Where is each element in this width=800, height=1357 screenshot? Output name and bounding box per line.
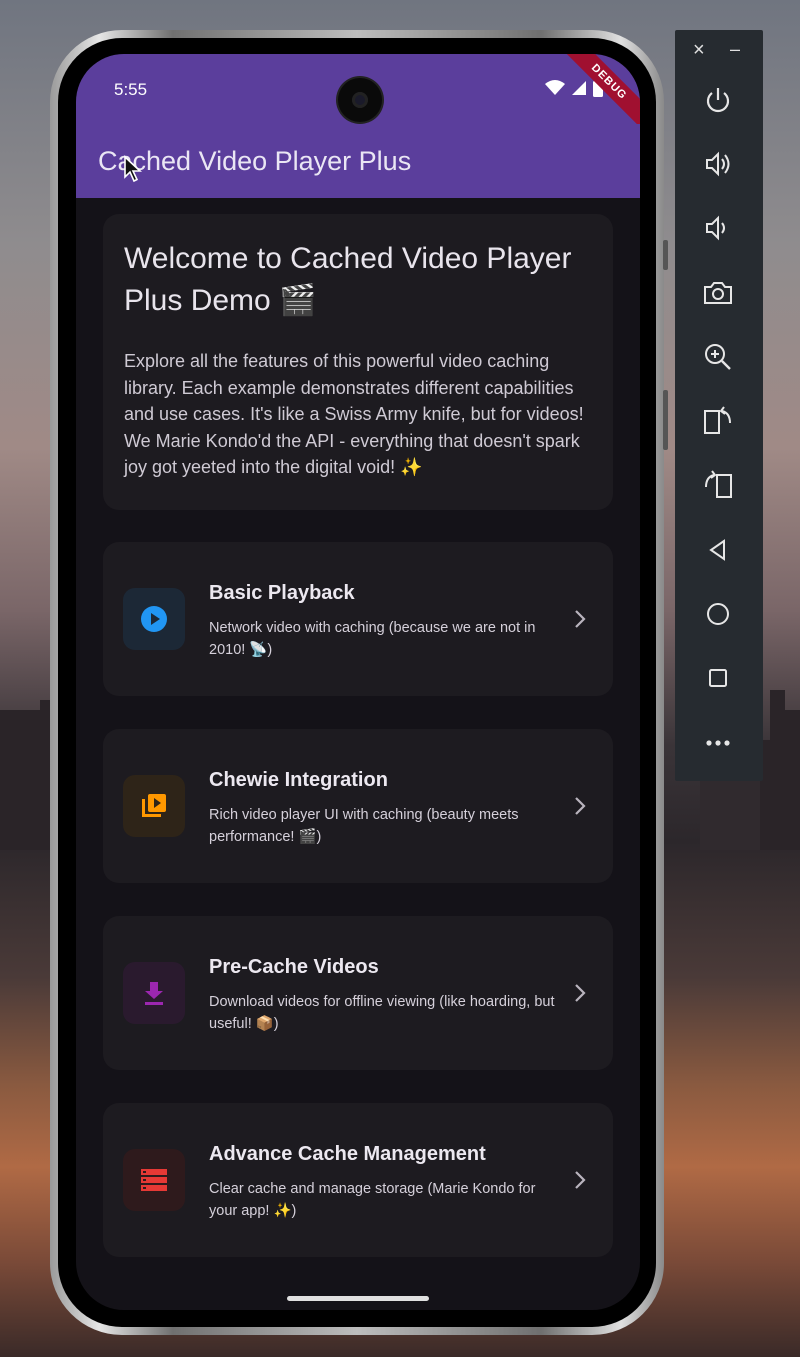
status-time: 5:55 bbox=[114, 80, 148, 99]
feature-description: Rich video player UI with caching (beaut… bbox=[209, 807, 519, 845]
welcome-title: Welcome to Cached Video Player Plus Demo… bbox=[124, 242, 572, 317]
feature-title: Chewie Integration bbox=[209, 769, 388, 791]
feature-description: Download videos for offline viewing (lik… bbox=[209, 994, 555, 1032]
feature-card-basic-playback[interactable]: Basic Playback Network video with cachin… bbox=[103, 542, 613, 696]
camera-icon bbox=[704, 282, 732, 304]
chevron-right-icon bbox=[575, 1171, 586, 1189]
toolbar-window-controls: × – bbox=[675, 30, 763, 70]
back-button[interactable] bbox=[695, 527, 741, 573]
more-button[interactable] bbox=[695, 720, 741, 766]
home-icon bbox=[707, 603, 729, 625]
chevron-right-icon bbox=[575, 984, 586, 1002]
phone-screen: 5:55 DEBUG Cached Video Player Plus Welc… bbox=[76, 54, 640, 1310]
chevron-right-icon bbox=[575, 797, 586, 815]
overview-button[interactable] bbox=[695, 655, 741, 701]
phone-side-button bbox=[663, 390, 668, 450]
power-button[interactable] bbox=[695, 77, 741, 123]
feature-card-pre-cache-videos[interactable]: Pre-Cache Videos Download videos for off… bbox=[103, 916, 613, 1070]
more-icon bbox=[706, 740, 730, 746]
feature-title: Basic Playback bbox=[209, 582, 355, 604]
volume-up-icon bbox=[706, 151, 730, 177]
volume-down-button[interactable] bbox=[695, 205, 741, 251]
feature-card-chewie-integration[interactable]: Chewie Integration Rich video player UI … bbox=[103, 729, 613, 883]
front-camera bbox=[338, 78, 382, 122]
chevron-right-icon bbox=[575, 610, 586, 628]
volume-up-button[interactable] bbox=[695, 141, 741, 187]
zoom-icon bbox=[705, 344, 731, 370]
video-library-icon bbox=[123, 775, 185, 837]
feature-title: Pre-Cache Videos bbox=[209, 956, 379, 978]
minimize-window-button[interactable]: – bbox=[730, 39, 740, 60]
rotate-left-icon bbox=[704, 406, 731, 434]
mouse-cursor-icon bbox=[124, 155, 143, 183]
phone-side-button bbox=[663, 240, 668, 270]
feature-description: Network video with caching (because we a… bbox=[209, 620, 536, 658]
emulator-toolbar: × – bbox=[675, 30, 763, 781]
home-button[interactable] bbox=[695, 591, 741, 637]
feature-description: Clear cache and manage storage (Marie Ko… bbox=[209, 1181, 536, 1219]
wifi-icon bbox=[545, 80, 565, 95]
volume-down-icon bbox=[706, 215, 725, 241]
close-window-button[interactable]: × bbox=[693, 39, 705, 62]
back-icon bbox=[709, 539, 725, 561]
screenshot-button[interactable] bbox=[695, 270, 741, 316]
welcome-description: Explore all the features of this powerfu… bbox=[124, 351, 584, 477]
rotate-right-icon bbox=[705, 470, 732, 498]
storage-icon bbox=[123, 1149, 185, 1211]
download-icon bbox=[123, 962, 185, 1024]
overview-icon bbox=[709, 669, 727, 687]
feature-title: Advance Cache Management bbox=[209, 1143, 486, 1165]
cellular-signal-icon bbox=[572, 81, 586, 95]
home-content: Welcome to Cached Video Player Plus Demo… bbox=[76, 198, 640, 1310]
power-icon bbox=[706, 88, 730, 113]
app-title: Cached Video Player Plus bbox=[98, 146, 412, 176]
zoom-button[interactable] bbox=[695, 334, 741, 380]
app-bar: Cached Video Player Plus bbox=[76, 124, 640, 198]
rotate-right-button[interactable] bbox=[695, 462, 741, 508]
feature-card-advance-cache-management[interactable]: Advance Cache Management Clear cache and… bbox=[103, 1103, 613, 1257]
play-circle-icon bbox=[123, 588, 185, 650]
rotate-left-button[interactable] bbox=[695, 398, 741, 444]
welcome-card: Welcome to Cached Video Player Plus Demo… bbox=[103, 214, 613, 510]
home-indicator[interactable] bbox=[287, 1296, 429, 1301]
